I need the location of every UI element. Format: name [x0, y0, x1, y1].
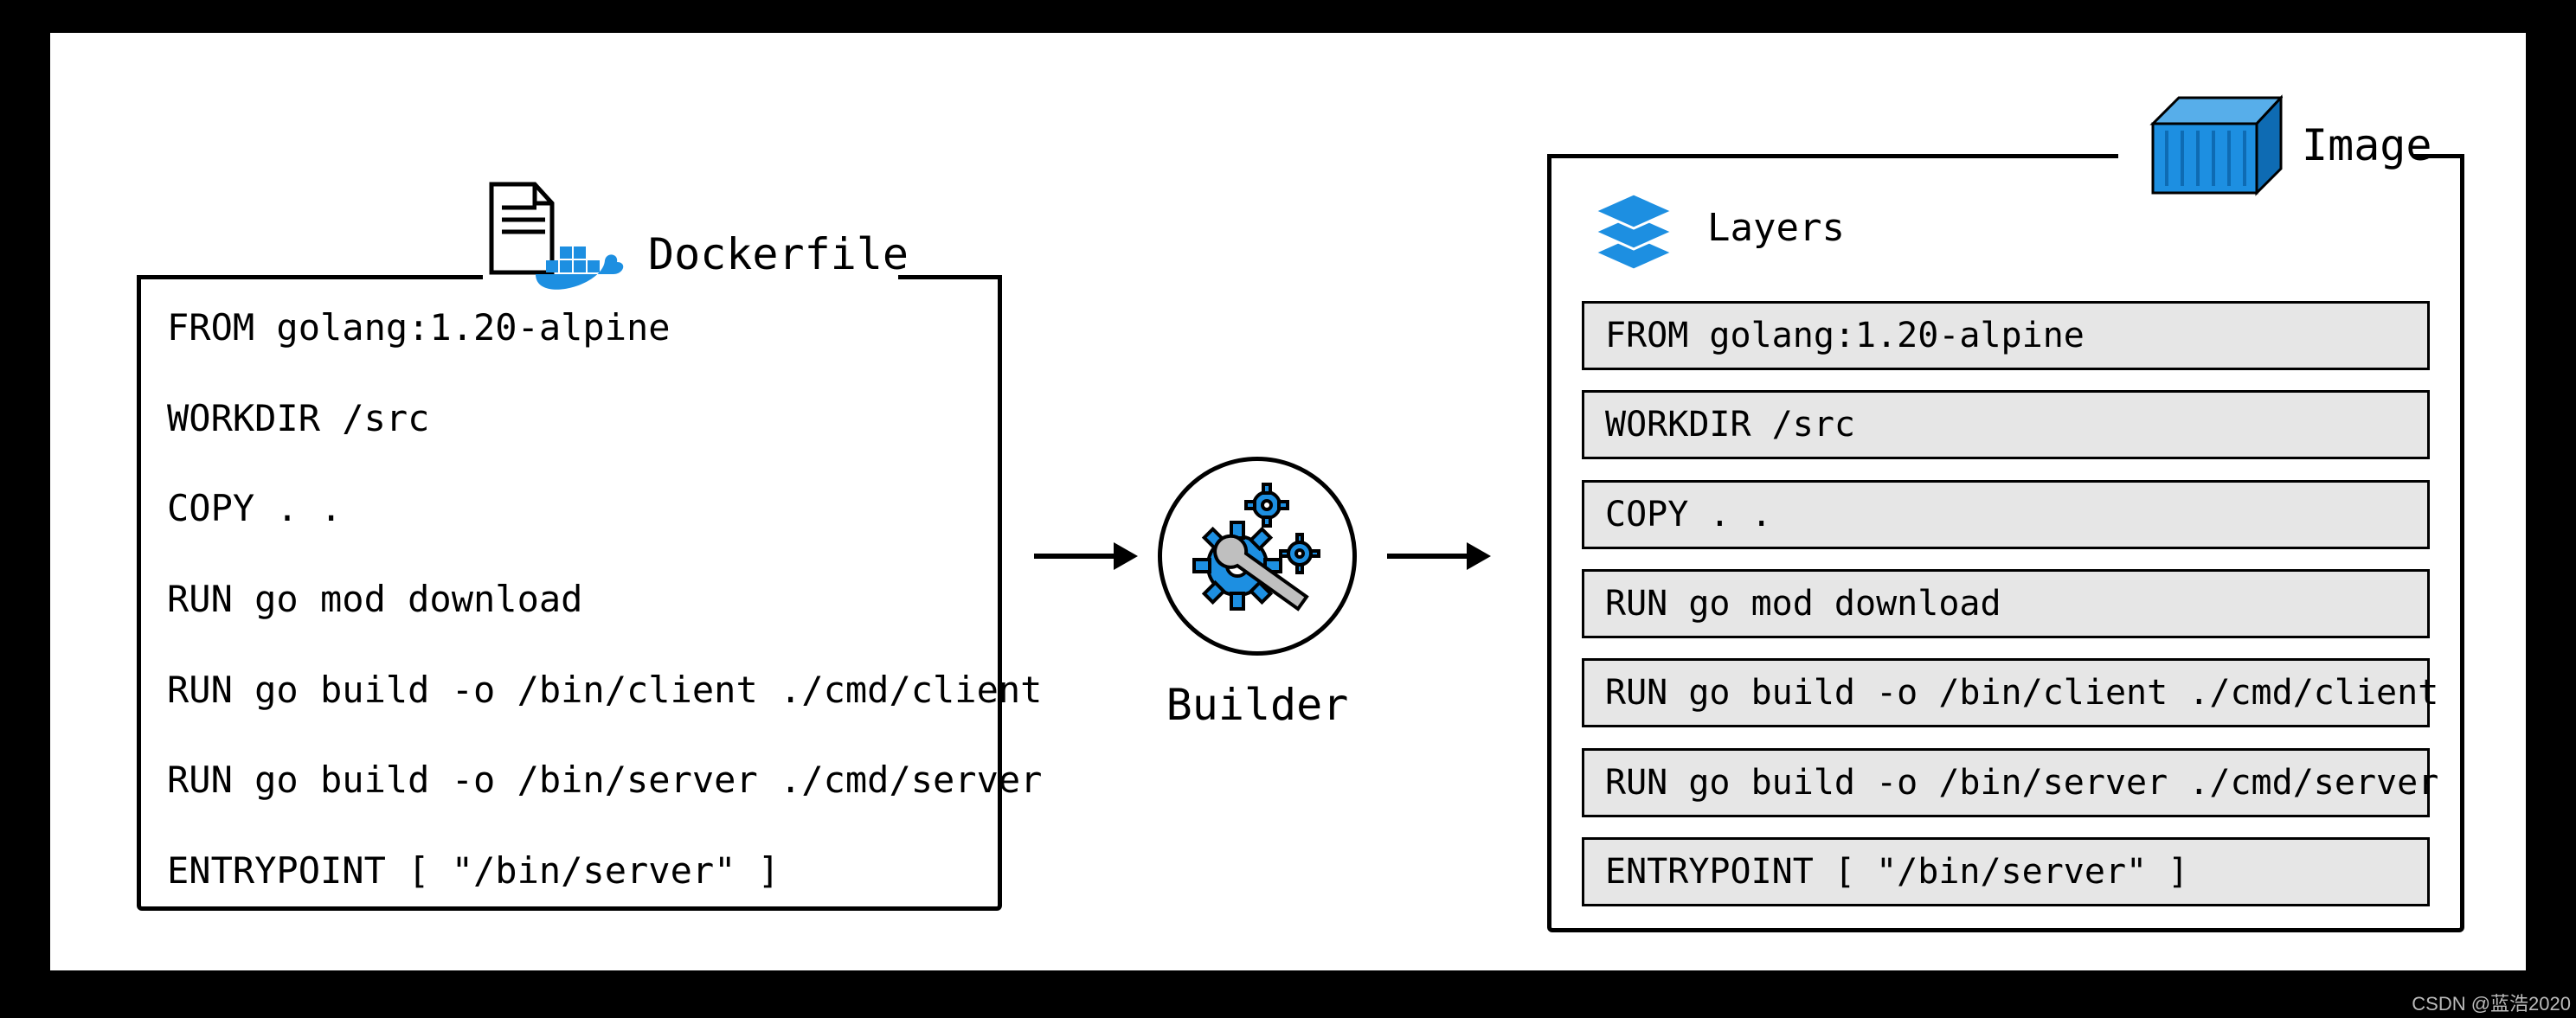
image-layer: ENTRYPOINT [ "/bin/server" ]: [1582, 837, 2430, 906]
image-layer: RUN go mod download: [1582, 569, 2430, 638]
container-icon: [2136, 89, 2283, 202]
gears-icon: [1184, 483, 1331, 630]
diagram-canvas: Dockerfile FROM golang:1.20-alpine WORKD…: [43, 26, 2533, 977]
builder: Builder: [1158, 457, 1357, 730]
watermark: CSDN @蓝浩2020: [2412, 989, 2571, 1016]
code-line: RUN go build -o /bin/server ./cmd/server: [167, 762, 972, 798]
code-line: FROM golang:1.20-alpine: [167, 310, 972, 346]
image-layer: WORKDIR /src: [1582, 390, 2430, 459]
image-title: Image: [2302, 120, 2432, 170]
layers-list: FROM golang:1.20-alpine WORKDIR /src COP…: [1582, 301, 2430, 906]
code-line: RUN go mod download: [167, 581, 972, 618]
code-line: WORKDIR /src: [167, 400, 972, 437]
image-legend: Image: [2136, 89, 2432, 202]
code-line: RUN go build -o /bin/client ./cmd/client: [167, 672, 972, 708]
image-layer: COPY . .: [1582, 480, 2430, 549]
dockerfile-code: FROM golang:1.20-alpine WORKDIR /src COP…: [167, 310, 972, 889]
image-layer: RUN go build -o /bin/server ./cmd/server: [1582, 748, 2430, 817]
dockerfile-title: Dockerfile: [648, 229, 909, 279]
builder-label: Builder: [1158, 680, 1357, 730]
arrow-to-image: [1387, 552, 1491, 560]
image-panel: Image Layers FROM golang:1.20-alpine WOR…: [1547, 154, 2464, 932]
layers-header: Layers: [1586, 180, 1845, 275]
image-layer: RUN go build -o /bin/client ./cmd/client: [1582, 658, 2430, 727]
dockerfile-legend: Dockerfile: [483, 180, 909, 279]
layers-icon: [1586, 180, 1681, 275]
builder-circle: [1158, 457, 1357, 656]
arrow-to-builder: [1034, 552, 1138, 560]
image-layer: FROM golang:1.20-alpine: [1582, 301, 2430, 370]
layers-label: Layers: [1707, 206, 1845, 250]
code-line: COPY . .: [167, 490, 972, 527]
code-line: ENTRYPOINT [ "/bin/server" ]: [167, 853, 972, 889]
docker-whale-icon: [529, 234, 633, 312]
dockerfile-panel: Dockerfile FROM golang:1.20-alpine WORKD…: [137, 275, 1002, 911]
